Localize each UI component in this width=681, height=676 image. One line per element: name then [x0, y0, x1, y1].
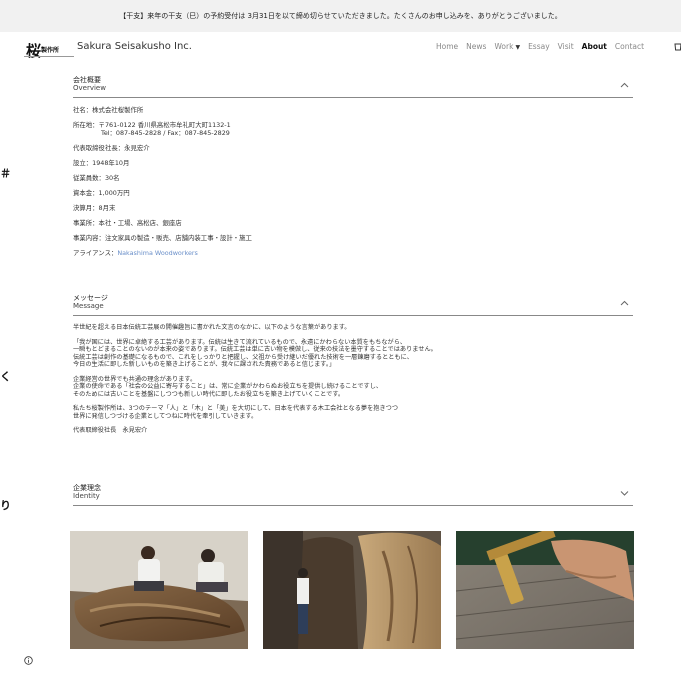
overview-title-en: Overview: [73, 84, 106, 92]
message-p2-line-3: 伝統工芸は創作の基礎になるもので、これをしっかりと把握し、父祖から受け継いだ優れ…: [73, 353, 413, 361]
announcement-text: 【干支】来年の干支（巳）の予約受付は 3月31日を以て締め切らせていただきました…: [119, 12, 562, 20]
message-header[interactable]: メッセージ Message: [73, 294, 633, 316]
employees-row: 従業員数：30名: [73, 174, 120, 182]
fiscal-row: 決算月：8月末: [73, 204, 116, 212]
message-title-en: Message: [73, 302, 104, 310]
side-char-2: く: [0, 370, 11, 383]
alliance-link[interactable]: Nakashima Woodworkers: [117, 249, 197, 257]
nav-home[interactable]: Home: [436, 42, 458, 51]
nav-visit[interactable]: Visit: [558, 42, 574, 51]
identity-section: 企業理念 Identity: [73, 484, 633, 506]
ceo-row: 代表取締役社長：永見宏介: [73, 144, 150, 152]
offices-row: 事業所：本社・工場、高松店、銀座店: [73, 219, 182, 227]
message-p3-line-1: 企業経営の世界でも共通の理念があります。: [73, 375, 197, 383]
message-p2-line-1: 「我が国には、世界に卓絶する工芸があります。伝統は生きて流れているもので、永遠に…: [73, 338, 407, 346]
founded-row: 設立：1948年10月: [73, 159, 130, 167]
brand-name[interactable]: Sakura Seisakusho Inc.: [77, 41, 192, 52]
chevron-up-icon[interactable]: [620, 80, 629, 91]
main-nav: Home News Work ▼ Essay Visit About Contac…: [436, 42, 644, 51]
message-paragraph-1: 半世紀を超える日本伝統工芸展の開催趣旨に書かれた文言のなかに、以下のような言葉が…: [73, 324, 351, 331]
nav-contact[interactable]: Contact: [615, 42, 644, 51]
message-p4-line-2: 世界に発信しつづける企業としてつねに時代を牽引していきます。: [73, 412, 258, 420]
nav-about[interactable]: About: [582, 42, 607, 51]
nav-work-label: Work: [494, 42, 514, 51]
message-signature: 代表取締役社長 永見宏介: [73, 427, 148, 434]
identity-title-en: Identity: [73, 492, 100, 500]
message-section: メッセージ Message 半世紀を超える日本伝統工芸展の開催趣旨に書かれた文言…: [73, 294, 633, 442]
overview-rows: 社名：株式会社桜製作所 所在地：〒761-0122 香川県高松市牟礼町大町113…: [73, 106, 633, 257]
side-char-3: り: [0, 499, 11, 512]
announcement-bar: 【干支】来年の干支（巳）の予約受付は 3月31日を以て締め切らせていただきました…: [0, 0, 681, 32]
message-paragraph-2: 「我が国には、世界に卓絶する工芸があります。伝統は生きて流れているもので、永遠に…: [73, 339, 633, 369]
address-line-2: Tel：087-845-2828 / Fax：087-845-2829: [101, 129, 230, 137]
message-p3-line-2: 企業の使命である「社会の公益に寄与すること」は、常に企業がかわらぬお役立ちを提供…: [73, 383, 383, 390]
alliance-label: アライアンス：: [73, 249, 118, 257]
message-title-jp: メッセージ: [73, 294, 108, 302]
identity-title-jp: 企業理念: [73, 484, 101, 492]
company-name-row: 社名：株式会社桜製作所: [73, 106, 144, 114]
message-body: 半世紀を超える日本伝統工芸展の開催趣旨に書かれた文言のなかに、以下のような言葉が…: [73, 324, 633, 435]
message-paragraph-3: 企業経営の世界でも共通の理念があります。 企業の使命である「社会の公益に寄与する…: [73, 376, 633, 399]
workers-on-wood-slab-photo: [70, 531, 248, 649]
hand-with-marking-gauge-photo: [456, 531, 634, 649]
side-char-1: ＃: [0, 167, 11, 180]
nav-essay[interactable]: Essay: [528, 42, 550, 51]
cart-icon[interactable]: [674, 41, 681, 54]
identity-header[interactable]: 企業理念 Identity: [73, 484, 633, 506]
side-strip: ＃ く り: [0, 140, 11, 540]
overview-section: 会社概要 Overview 社名：株式会社桜製作所 所在地：〒761-0122 …: [73, 76, 633, 264]
man-with-tall-wood-slab-photo: [263, 531, 441, 649]
message-p3-line-3: そのためには古いことを基盤にしつつも新しい時代に即したお役立ちを築き上げていくこ…: [73, 390, 345, 398]
business-row: 事業内容：注文家具の製造・販売、店舗内装工事・設計・施工: [73, 234, 252, 242]
nav-work[interactable]: Work ▼: [494, 42, 520, 51]
message-p2-line-2: 一瞬もとどまることのないのが本来の姿であります。伝統工芸は単に古い物を模倣し、従…: [73, 346, 437, 353]
message-p4-line-1: 私たち桜製作所は、3つのテーマ「人」と「木」と「美」を大切にして、日本を代表する…: [73, 405, 399, 412]
capital-row: 資本金：1,000万円: [73, 189, 130, 197]
logo-small-text: 製作所: [41, 47, 60, 54]
message-paragraph-4: 私たち桜製作所は、3つのテーマ「人」と「木」と「美」を大切にして、日本を代表する…: [73, 405, 633, 420]
chevron-up-icon[interactable]: [620, 298, 629, 309]
overview-title-jp: 会社概要: [73, 76, 101, 84]
alliance-row: アライアンス：Nakashima Woodworkers: [73, 249, 633, 257]
nav-news[interactable]: News: [466, 42, 486, 51]
address-line-1: 所在地：〒761-0122 香川県高松市牟礼町大町1132-1: [73, 121, 231, 129]
info-icon[interactable]: [24, 656, 33, 668]
chevron-down-icon: ▼: [515, 44, 521, 51]
chevron-down-icon[interactable]: [620, 488, 629, 499]
address-row: 所在地：〒761-0122 香川県高松市牟礼町大町1132-1 Tel：087-…: [73, 121, 633, 137]
logo-underline: [24, 56, 74, 58]
photo-gallery: [70, 531, 635, 649]
overview-header[interactable]: 会社概要 Overview: [73, 76, 633, 98]
site-header: 桜製作所 Sakura Seisakusho Inc. Home News Wo…: [0, 32, 681, 66]
message-p2-line-4: 今日の生活に即した新しいものを築き上げることが、我々に課された責務であると信じま…: [73, 361, 336, 368]
